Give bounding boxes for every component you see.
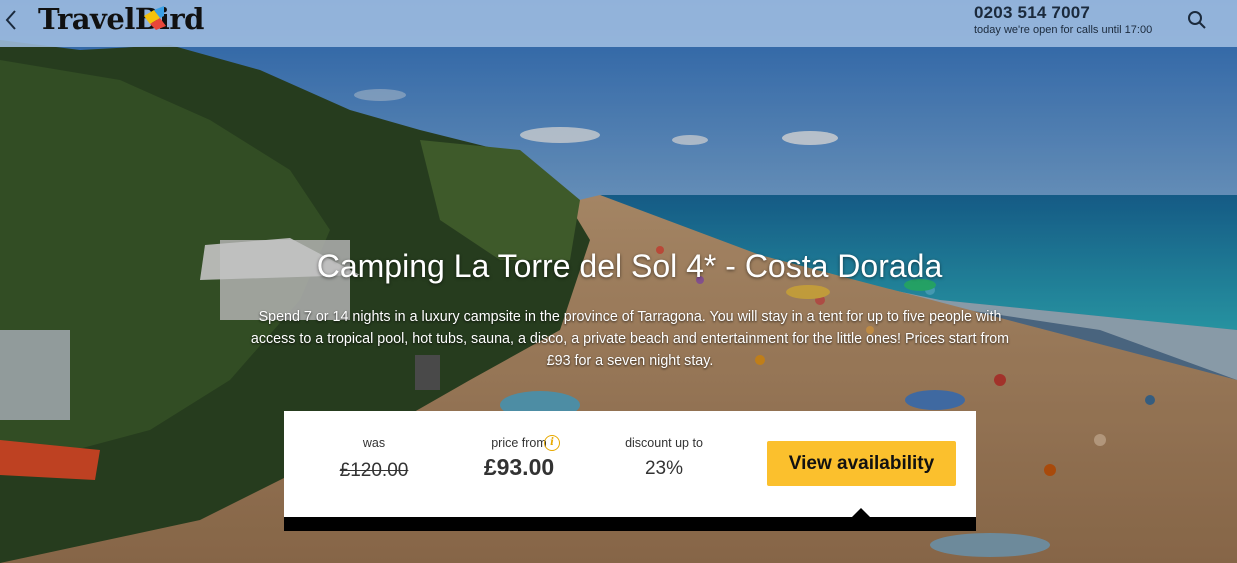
discount-label: discount up to: [625, 436, 703, 450]
was-price: £120.00: [339, 460, 409, 481]
info-icon[interactable]: i: [544, 435, 560, 451]
view-availability-button[interactable]: View availability: [767, 441, 956, 486]
price-panel: was £120.00 price from £93.00 i discount…: [284, 411, 976, 517]
price-from-value: £93.00: [483, 454, 555, 480]
offer-description: Spend 7 or 14 nights in a luxury campsit…: [250, 309, 1010, 369]
travelbird-logo[interactable]: TravelBird: [38, 1, 204, 37]
price-panel-footer-bar: [284, 517, 976, 531]
chevron-left-icon[interactable]: [2, 6, 22, 34]
price-panel-notch: [851, 508, 871, 518]
bird-logo-mark: [144, 6, 166, 30]
was-label: was: [362, 436, 386, 450]
was-price-block: was £120.00: [324, 436, 424, 482]
phone-number[interactable]: 0203 514 7007: [974, 3, 1090, 23]
top-bar: TravelBird 0203 514 7007 today we're ope…: [0, 0, 1237, 47]
phone-hours-note: today we're open for calls until 17:00: [974, 24, 1153, 36]
page-title: Camping La Torre del Sol 4* - Costa Dora…: [316, 248, 943, 284]
logo-text: TravelBird: [38, 2, 204, 36]
search-icon[interactable]: [1185, 8, 1209, 32]
discount-block: discount up to 23%: [609, 436, 719, 480]
discount-value: 23%: [644, 458, 684, 479]
